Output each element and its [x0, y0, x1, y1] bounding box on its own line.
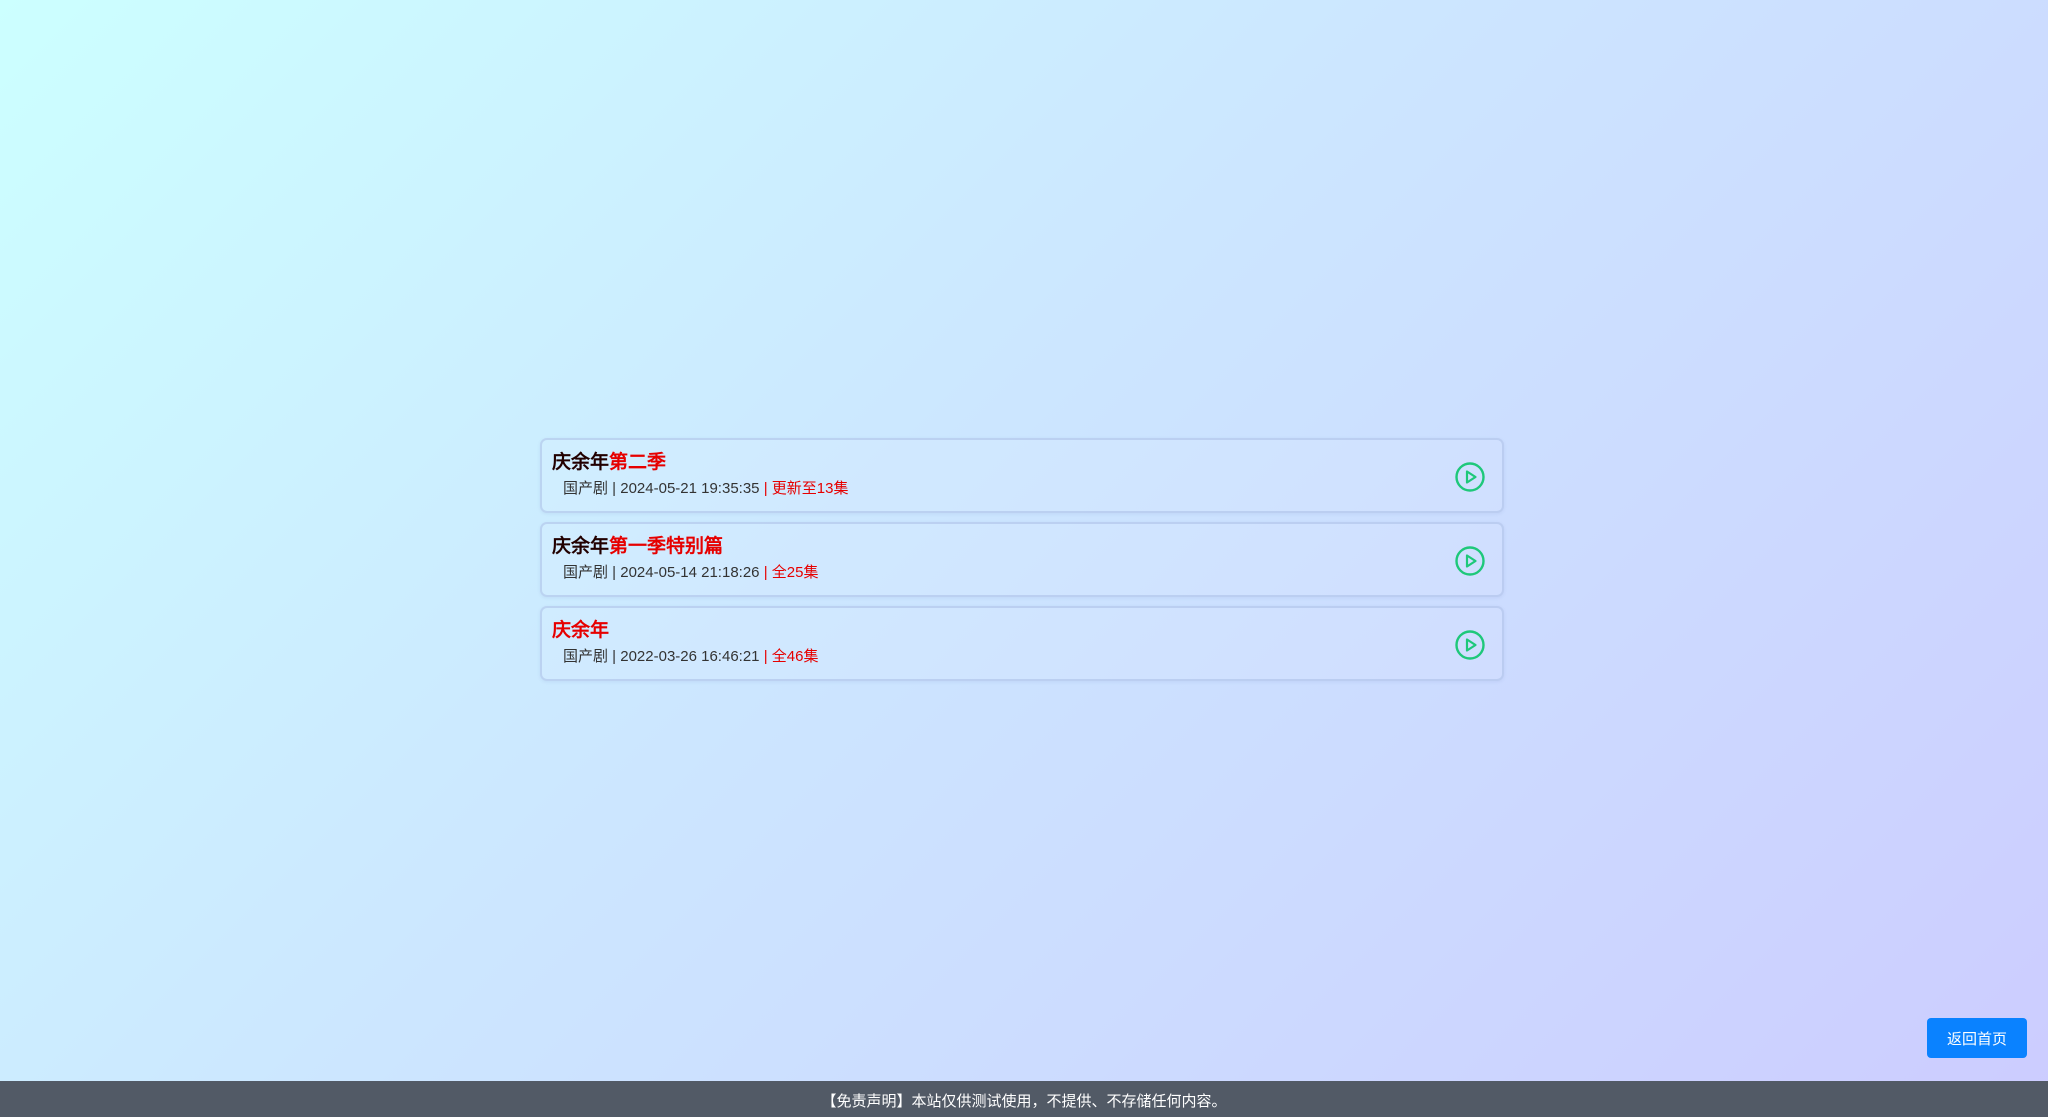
disclaimer-text: 【免责声明】本站仅供测试使用，不提供、不存储任何内容。: [821, 1094, 1227, 1110]
result-title-highlight: 第一季特别篇: [609, 536, 724, 557]
play-button[interactable]: [1454, 629, 1486, 661]
play-circle-icon: [1455, 462, 1485, 492]
result-title-main: 庆余年: [552, 536, 610, 557]
result-category-date: 国产剧 | 2022-03-26 16:46:21: [563, 648, 760, 665]
result-meta: 国产剧 | 2022-03-26 16:46:21 | 全46集: [563, 648, 818, 666]
result-episode-status: | 全46集: [759, 648, 819, 665]
result-title[interactable]: 庆余年第二季: [552, 452, 666, 474]
play-button[interactable]: [1454, 461, 1486, 493]
result-title-main: 庆余年: [552, 452, 610, 473]
result-item[interactable]: 庆余年第二季 国产剧 | 2024-05-21 19:35:35 | 更新至13…: [540, 438, 1504, 513]
result-category-date: 国产剧 | 2024-05-14 21:18:26: [563, 564, 760, 581]
result-meta: 国产剧 | 2024-05-14 21:18:26 | 全25集: [563, 564, 818, 582]
result-title-highlight: 庆余年: [552, 620, 610, 641]
result-episode-status: | 更新至13集: [759, 480, 849, 497]
result-title-highlight: 第二季: [609, 452, 667, 473]
result-category-date: 国产剧 | 2024-05-21 19:35:35: [563, 480, 760, 497]
result-item[interactable]: 庆余年 国产剧 | 2022-03-26 16:46:21 | 全46集: [540, 606, 1504, 681]
play-button[interactable]: [1454, 545, 1486, 577]
play-circle-icon: [1455, 630, 1485, 660]
result-item[interactable]: 庆余年第一季特别篇 国产剧 | 2024-05-14 21:18:26 | 全2…: [540, 522, 1504, 597]
result-title[interactable]: 庆余年第一季特别篇: [552, 536, 723, 558]
back-to-home-button[interactable]: 返回首页: [1927, 1018, 2027, 1058]
result-episode-status: | 全25集: [759, 564, 819, 581]
result-title[interactable]: 庆余年: [552, 620, 609, 642]
search-results-list: 庆余年第二季 国产剧 | 2024-05-21 19:35:35 | 更新至13…: [540, 438, 1504, 690]
play-circle-icon: [1455, 546, 1485, 576]
result-meta: 国产剧 | 2024-05-21 19:35:35 | 更新至13集: [563, 480, 848, 498]
disclaimer-footer: 【免责声明】本站仅供测试使用，不提供、不存储任何内容。: [0, 1081, 2048, 1117]
